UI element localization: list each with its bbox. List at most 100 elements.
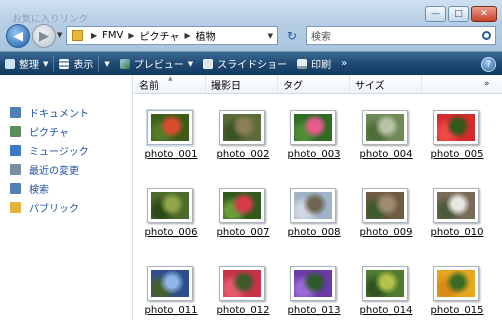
photo-image [366,114,404,141]
breadcrumb-fmv[interactable]: FMV [102,30,123,41]
public-folder-icon [10,201,21,213]
photo-filename[interactable]: photo_015 [424,305,490,316]
photo-item[interactable]: photo_005 [424,110,490,170]
sidebar-item[interactable]: 最近の変更 [10,161,79,177]
address-bar[interactable]: ▶ FMV ▶ ピクチャ ▶ 植物 ▼ [66,26,278,45]
photo-thumbnail[interactable] [362,266,408,301]
column-date-taken[interactable]: 撮影日 [206,75,278,94]
preview-button[interactable]: プレビュー ▼ [115,52,198,75]
photo-item[interactable]: photo_015 [424,266,490,326]
photo-filename[interactable]: photo_002 [210,149,276,160]
sidebar-item-label: ドキュメント [29,108,89,120]
column-name-label: 名前 [139,81,159,92]
photo-item[interactable]: photo_010 [424,188,490,248]
sidebar-item[interactable]: ピクチャ [10,123,69,139]
photo-thumbnail[interactable] [433,110,479,145]
help-button[interactable]: ? [481,57,496,72]
breadcrumb-pictures[interactable]: ピクチャ [140,28,180,43]
views-button[interactable]: 表示 [54,52,98,75]
search-input[interactable]: 検索 [306,26,496,45]
photo-thumbnail[interactable] [147,266,193,301]
photo-image [151,192,189,219]
photo-thumbnail[interactable] [219,110,265,145]
slideshow-label: スライドショー [217,60,288,71]
photo-filename[interactable]: photo_007 [210,227,276,238]
photo-filename[interactable]: photo_012 [210,305,276,316]
photo-filename[interactable]: photo_006 [138,227,204,238]
sidebar-item-label: 検索 [29,184,49,196]
photo-filename[interactable]: photo_003 [281,149,347,160]
photo-item[interactable]: photo_013 [281,266,347,326]
minimize-button[interactable]: — [425,6,446,22]
photo-image [437,114,475,141]
column-tags[interactable]: タグ [278,75,350,94]
sidebar-item[interactable]: ドキュメント [10,104,89,120]
photo-filename[interactable]: photo_014 [353,305,419,316]
photo-thumbnail[interactable] [362,110,408,145]
more-columns-button[interactable]: » [484,79,490,89]
photo-thumbnail[interactable] [433,266,479,301]
more-commands-button[interactable]: » [336,52,352,75]
photo-filename[interactable]: photo_001 [138,149,204,160]
back-button[interactable]: ◀ [6,24,30,48]
forward-arrow-icon: ▶ [39,28,49,44]
sidebar-item[interactable]: パブリック [10,199,79,215]
photo-item[interactable]: photo_004 [353,110,419,170]
photo-item[interactable]: photo_009 [353,188,419,248]
music-icon [10,144,21,156]
photo-item[interactable]: photo_007 [210,188,276,248]
breadcrumb-separator-icon[interactable]: ▶ [91,31,97,40]
print-button[interactable]: 印刷 [292,52,336,75]
photo-item[interactable]: photo_001 [138,109,204,170]
document-icon [10,106,21,118]
favorite-links-heading: お気に入りリンク [12,14,89,25]
refresh-button[interactable]: ↻ [282,26,302,45]
photo-filename[interactable]: photo_011 [138,305,204,316]
photo-thumbnail[interactable] [219,266,265,301]
photo-item[interactable]: photo_006 [138,188,204,248]
photo-thumbnail[interactable] [433,188,479,223]
help-icon: ? [486,59,491,70]
photo-item[interactable]: photo_002 [210,110,276,170]
forward-button[interactable]: ▶ [32,24,56,48]
photo-thumbnail[interactable] [290,110,336,145]
photo-item[interactable]: photo_012 [210,266,276,326]
photo-thumbnail[interactable] [219,188,265,223]
maximize-button[interactable]: □ [448,6,469,22]
sidebar-item[interactable]: 検索 [10,180,49,196]
photo-filename[interactable]: photo_004 [353,149,419,160]
search-icon[interactable] [482,31,491,40]
photo-item[interactable]: photo_003 [281,110,347,170]
photo-image [223,192,261,219]
breadcrumb-plants[interactable]: 植物 [196,28,216,43]
breadcrumb-separator-icon[interactable]: ▶ [184,31,190,40]
column-date-taken-label: 撮影日 [211,81,241,92]
printer-icon [297,58,308,69]
photo-thumbnail[interactable] [290,188,336,223]
photo-filename[interactable]: photo_013 [281,305,347,316]
photo-thumbnail[interactable] [290,266,336,301]
photo-thumbnail[interactable] [146,109,194,146]
column-size[interactable]: サイズ [350,75,422,94]
address-dropdown-icon[interactable]: ▼ [268,32,273,40]
search-folder-icon [10,182,21,194]
photo-filename[interactable]: photo_009 [353,227,419,238]
photo-item[interactable]: photo_011 [138,266,204,326]
photo-item[interactable]: photo_008 [281,188,347,248]
photo-filename[interactable]: photo_005 [424,149,490,160]
photo-thumbnail[interactable] [147,188,193,223]
organize-button[interactable]: 整理 ▼ [0,52,53,75]
recent-icon [10,163,21,175]
breadcrumb-separator-icon[interactable]: ▶ [128,31,134,40]
views-dropdown-button[interactable]: ▼ [99,52,114,75]
photo-filename[interactable]: photo_008 [281,227,347,238]
close-button[interactable]: ✕ [471,6,497,22]
history-dropdown-icon[interactable]: ▼ [57,31,65,41]
photo-item[interactable]: photo_014 [353,266,419,326]
refresh-icon: ↻ [286,28,298,43]
sidebar-item[interactable]: ミュージック [10,142,89,158]
photo-filename[interactable]: photo_010 [424,227,490,238]
slideshow-button[interactable]: スライドショー [198,52,292,75]
photo-thumbnail[interactable] [362,188,408,223]
pictures-icon [10,125,21,137]
